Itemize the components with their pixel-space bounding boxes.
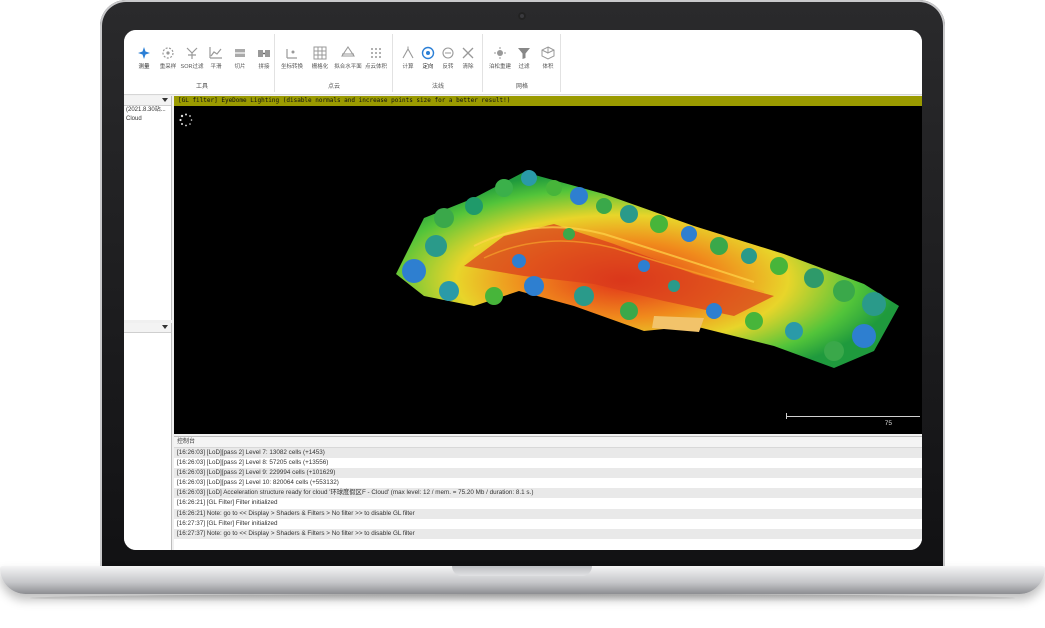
laptop-notch xyxy=(452,566,592,576)
log-line: [16:26:03] [LoD][pass 2] Level 10: 82006… xyxy=(177,479,339,487)
ribbon-toolbar: 测量 重采样 SOR过滤 平滑 切片 拼接 工具 坐标转换 栅格化 拟合水平面 … xyxy=(124,30,922,95)
scale-bar-label: 75 xyxy=(884,420,892,427)
ribbon-group-pointcloud: 坐标转换 栅格化 拟合水平面 点云体积 点云 xyxy=(276,34,393,92)
console-title: 控制台 xyxy=(174,437,922,448)
merge-icon xyxy=(258,50,270,57)
fit-plane-button[interactable]: 拟合水平面 xyxy=(334,46,362,70)
app-screen: 测量 重采样 SOR过滤 平滑 切片 拼接 工具 坐标转换 栅格化 拟合水平面 … xyxy=(124,30,922,550)
tree-item-project[interactable]: (2021.8.30站... xyxy=(124,106,171,115)
fit-plane-icon xyxy=(341,46,355,57)
log-line: [16:26:21] Note: go to << Display > Shad… xyxy=(174,508,922,519)
log-line: [16:26:03] [LoD][pass 2] Level 7: 13082 … xyxy=(174,448,922,459)
volume-icon xyxy=(541,46,555,60)
console-log: [16:26:03] [LoD][pass 2] Level 7: 13082 … xyxy=(174,448,922,539)
ribbon-group-label-tools: 工具 xyxy=(195,84,208,90)
orient-icon xyxy=(421,46,435,60)
scale-bar xyxy=(786,413,920,419)
chevron-down-icon[interactable] xyxy=(162,98,168,102)
poisson-icon xyxy=(494,47,506,59)
coordinate-transform-button[interactable]: 坐标转换 xyxy=(280,46,304,70)
ribbon-group-label-mesh: 网格 xyxy=(515,84,528,90)
log-line: [16:26:21] [GL Filter] Filter initialize… xyxy=(177,499,278,507)
invert-icon xyxy=(442,47,454,59)
point-cloud-render xyxy=(396,170,899,368)
properties-header[interactable] xyxy=(124,323,171,333)
mesh-volume-label: 体积 xyxy=(542,64,554,70)
log-line: [16:26:03] [LoD] Acceleration structure … xyxy=(174,488,922,499)
rasterize-button[interactable]: 栅格化 xyxy=(308,46,332,70)
camera-dot xyxy=(518,12,526,20)
slice-icon xyxy=(235,49,245,57)
measure-icon xyxy=(138,47,150,59)
merge-button[interactable]: 拼接 xyxy=(252,46,276,70)
cloud-volume-button[interactable]: 点云体积 xyxy=(364,46,388,70)
laptop-shadow xyxy=(30,594,1015,602)
rasterize-icon xyxy=(313,46,327,60)
properties-panel xyxy=(124,323,172,550)
compute-icon xyxy=(402,46,414,59)
coordinate-transform-icon xyxy=(286,49,297,59)
ribbon-group-tools: 测量 重采样 SOR过滤 平滑 切片 拼接 工具 xyxy=(130,34,275,92)
ribbon-group-label-pointcloud: 点云 xyxy=(327,84,340,90)
cloud-volume-label: 点云体积 xyxy=(364,64,387,70)
clear-normals-button[interactable]: 清除 xyxy=(456,46,480,70)
filter-icon xyxy=(518,48,530,59)
gl-filter-banner: [GL filter] EyeDome Lighting (disable no… xyxy=(174,96,922,106)
ribbon-group-mesh: 泊松重建 过滤 体积 网格 xyxy=(484,34,561,92)
gl-filter-banner-text: [GL filter] EyeDome Lighting (disable no… xyxy=(178,97,511,104)
smooth-icon xyxy=(209,47,222,59)
cloud-volume-icon xyxy=(371,48,381,58)
chevron-down-icon[interactable] xyxy=(162,325,168,329)
mesh-volume-button[interactable]: 体积 xyxy=(536,46,560,70)
tree-item-cloud[interactable]: Cloud xyxy=(124,115,171,124)
ribbon-group-normals: 计算 定向 反转 清除 法线 xyxy=(394,34,483,92)
clear-label: 清除 xyxy=(462,64,474,70)
log-line: [16:26:03] [LoD][pass 2] Level 9: 229994… xyxy=(174,468,922,479)
log-line: [16:27:37] Note: go to << Display > Shad… xyxy=(174,528,922,539)
3d-view[interactable]: 75 xyxy=(174,106,922,434)
sor-filter-icon xyxy=(186,47,198,59)
log-line: [16:26:03] [LoD][pass 2] Level 8: 57205 … xyxy=(177,459,329,467)
resample-icon xyxy=(162,47,174,59)
db-tree-header[interactable] xyxy=(124,96,171,106)
db-tree-panel: (2021.8.30站... Cloud xyxy=(124,96,172,320)
console-panel: 控制台 [16:26:03] [LoD][pass 2] Level 7: 13… xyxy=(174,436,922,550)
log-line: [16:27:37] [GL Filter] Filter initialize… xyxy=(177,519,278,527)
clear-icon xyxy=(462,47,474,59)
ribbon-group-label-normals: 法线 xyxy=(431,84,444,90)
